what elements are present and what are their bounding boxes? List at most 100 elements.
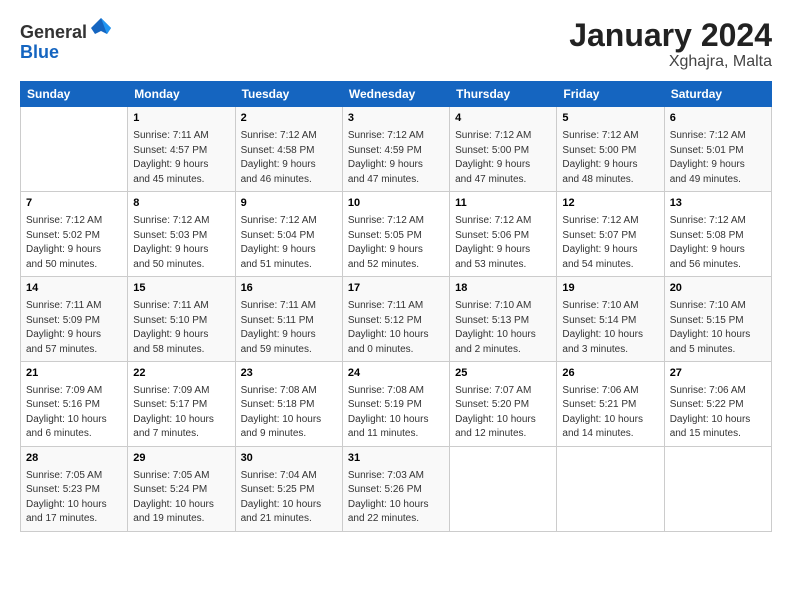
day-info-line: and 50 minutes.	[133, 258, 229, 273]
day-cell	[21, 107, 128, 192]
day-info-line: Sunrise: 7:07 AM	[455, 384, 551, 399]
day-info-line: and 57 minutes.	[26, 343, 122, 358]
day-info-line: and 6 minutes.	[26, 427, 122, 442]
day-info-line: Sunset: 5:24 PM	[133, 483, 229, 498]
day-number: 11	[455, 196, 551, 212]
day-info-line: Sunset: 5:13 PM	[455, 314, 551, 329]
day-info-line: and 56 minutes.	[670, 258, 766, 273]
day-info-line: and 15 minutes.	[670, 427, 766, 442]
day-info-line: and 50 minutes.	[26, 258, 122, 273]
day-info-line: Sunrise: 7:12 AM	[241, 129, 337, 144]
day-info-line: Sunrise: 7:08 AM	[348, 384, 444, 399]
day-info-line: Sunrise: 7:11 AM	[26, 299, 122, 314]
day-number: 18	[455, 281, 551, 297]
day-info-line: Daylight: 9 hours	[455, 243, 551, 258]
day-info-line: Sunset: 5:07 PM	[562, 229, 658, 244]
day-number: 9	[241, 196, 337, 212]
day-cell: 6Sunrise: 7:12 AMSunset: 5:01 PMDaylight…	[664, 107, 771, 192]
day-number: 7	[26, 196, 122, 212]
day-cell: 11Sunrise: 7:12 AMSunset: 5:06 PMDayligh…	[450, 192, 557, 277]
day-number: 20	[670, 281, 766, 297]
day-info-line: Daylight: 10 hours	[348, 498, 444, 513]
day-info-line: Sunrise: 7:05 AM	[133, 469, 229, 484]
day-info-line: Daylight: 9 hours	[562, 158, 658, 173]
day-number: 29	[133, 451, 229, 467]
day-info-line: Daylight: 9 hours	[670, 243, 766, 258]
day-info-line: Sunrise: 7:11 AM	[348, 299, 444, 314]
day-cell: 14Sunrise: 7:11 AMSunset: 5:09 PMDayligh…	[21, 277, 128, 362]
day-info-line: and 21 minutes.	[241, 512, 337, 527]
day-info-line: Sunset: 5:20 PM	[455, 398, 551, 413]
day-info-line: Daylight: 10 hours	[241, 413, 337, 428]
day-cell: 19Sunrise: 7:10 AMSunset: 5:14 PMDayligh…	[557, 277, 664, 362]
day-cell: 25Sunrise: 7:07 AMSunset: 5:20 PMDayligh…	[450, 362, 557, 447]
header-row: SundayMondayTuesdayWednesdayThursdayFrid…	[21, 82, 772, 107]
day-info-line: Sunrise: 7:03 AM	[348, 469, 444, 484]
day-number: 2	[241, 111, 337, 127]
day-info-line: Daylight: 9 hours	[348, 158, 444, 173]
header-cell-tuesday: Tuesday	[235, 82, 342, 107]
day-number: 3	[348, 111, 444, 127]
day-info-line: and 46 minutes.	[241, 173, 337, 188]
day-info-line: Sunrise: 7:09 AM	[133, 384, 229, 399]
day-info-line: Daylight: 9 hours	[133, 243, 229, 258]
day-number: 24	[348, 366, 444, 382]
page: General Blue January 2024 Xghajra, Malta…	[0, 0, 792, 542]
day-info-line: and 19 minutes.	[133, 512, 229, 527]
day-info-line: and 12 minutes.	[455, 427, 551, 442]
day-number: 28	[26, 451, 122, 467]
header-cell-sunday: Sunday	[21, 82, 128, 107]
day-cell	[664, 446, 771, 531]
day-info-line: Daylight: 10 hours	[241, 498, 337, 513]
logo: General Blue	[20, 18, 113, 63]
day-info-line: and 48 minutes.	[562, 173, 658, 188]
day-info-line: Daylight: 9 hours	[133, 328, 229, 343]
day-info-line: Sunrise: 7:12 AM	[241, 214, 337, 229]
day-cell: 13Sunrise: 7:12 AMSunset: 5:08 PMDayligh…	[664, 192, 771, 277]
day-info-line: Sunset: 4:59 PM	[348, 144, 444, 159]
day-info-line: Sunrise: 7:10 AM	[670, 299, 766, 314]
day-number: 30	[241, 451, 337, 467]
day-cell: 27Sunrise: 7:06 AMSunset: 5:22 PMDayligh…	[664, 362, 771, 447]
day-info-line: Sunrise: 7:06 AM	[562, 384, 658, 399]
day-info-line: and 5 minutes.	[670, 343, 766, 358]
day-info-line: Daylight: 10 hours	[348, 328, 444, 343]
header: General Blue January 2024 Xghajra, Malta	[20, 18, 772, 71]
day-info-line: Daylight: 9 hours	[241, 158, 337, 173]
day-cell	[450, 446, 557, 531]
day-info-line: Daylight: 10 hours	[133, 413, 229, 428]
day-info-line: Daylight: 9 hours	[26, 243, 122, 258]
day-cell	[557, 446, 664, 531]
day-cell: 31Sunrise: 7:03 AMSunset: 5:26 PMDayligh…	[342, 446, 449, 531]
day-info-line: Sunrise: 7:12 AM	[455, 129, 551, 144]
day-info-line: Sunset: 5:11 PM	[241, 314, 337, 329]
day-info-line: Sunrise: 7:11 AM	[241, 299, 337, 314]
day-info-line: Sunset: 4:57 PM	[133, 144, 229, 159]
day-info-line: Daylight: 9 hours	[670, 158, 766, 173]
day-cell: 23Sunrise: 7:08 AMSunset: 5:18 PMDayligh…	[235, 362, 342, 447]
day-info-line: and 54 minutes.	[562, 258, 658, 273]
day-info-line: Sunset: 5:02 PM	[26, 229, 122, 244]
day-info-line: Daylight: 9 hours	[241, 328, 337, 343]
day-cell: 15Sunrise: 7:11 AMSunset: 5:10 PMDayligh…	[128, 277, 235, 362]
day-info-line: Sunrise: 7:08 AM	[241, 384, 337, 399]
day-info-line: Sunrise: 7:12 AM	[348, 214, 444, 229]
title-block: January 2024 Xghajra, Malta	[569, 18, 772, 71]
day-info-line: Daylight: 9 hours	[133, 158, 229, 173]
day-info-line: and 58 minutes.	[133, 343, 229, 358]
day-number: 22	[133, 366, 229, 382]
day-cell: 2Sunrise: 7:12 AMSunset: 4:58 PMDaylight…	[235, 107, 342, 192]
day-info-line: Daylight: 9 hours	[241, 243, 337, 258]
day-cell: 9Sunrise: 7:12 AMSunset: 5:04 PMDaylight…	[235, 192, 342, 277]
day-info-line: Sunrise: 7:12 AM	[26, 214, 122, 229]
day-cell: 16Sunrise: 7:11 AMSunset: 5:11 PMDayligh…	[235, 277, 342, 362]
day-info-line: and 0 minutes.	[348, 343, 444, 358]
week-row-1: 1Sunrise: 7:11 AMSunset: 4:57 PMDaylight…	[21, 107, 772, 192]
week-row-2: 7Sunrise: 7:12 AMSunset: 5:02 PMDaylight…	[21, 192, 772, 277]
day-info-line: Sunset: 5:14 PM	[562, 314, 658, 329]
day-number: 26	[562, 366, 658, 382]
day-number: 15	[133, 281, 229, 297]
week-row-5: 28Sunrise: 7:05 AMSunset: 5:23 PMDayligh…	[21, 446, 772, 531]
day-cell: 5Sunrise: 7:12 AMSunset: 5:00 PMDaylight…	[557, 107, 664, 192]
day-info-line: Sunrise: 7:12 AM	[348, 129, 444, 144]
